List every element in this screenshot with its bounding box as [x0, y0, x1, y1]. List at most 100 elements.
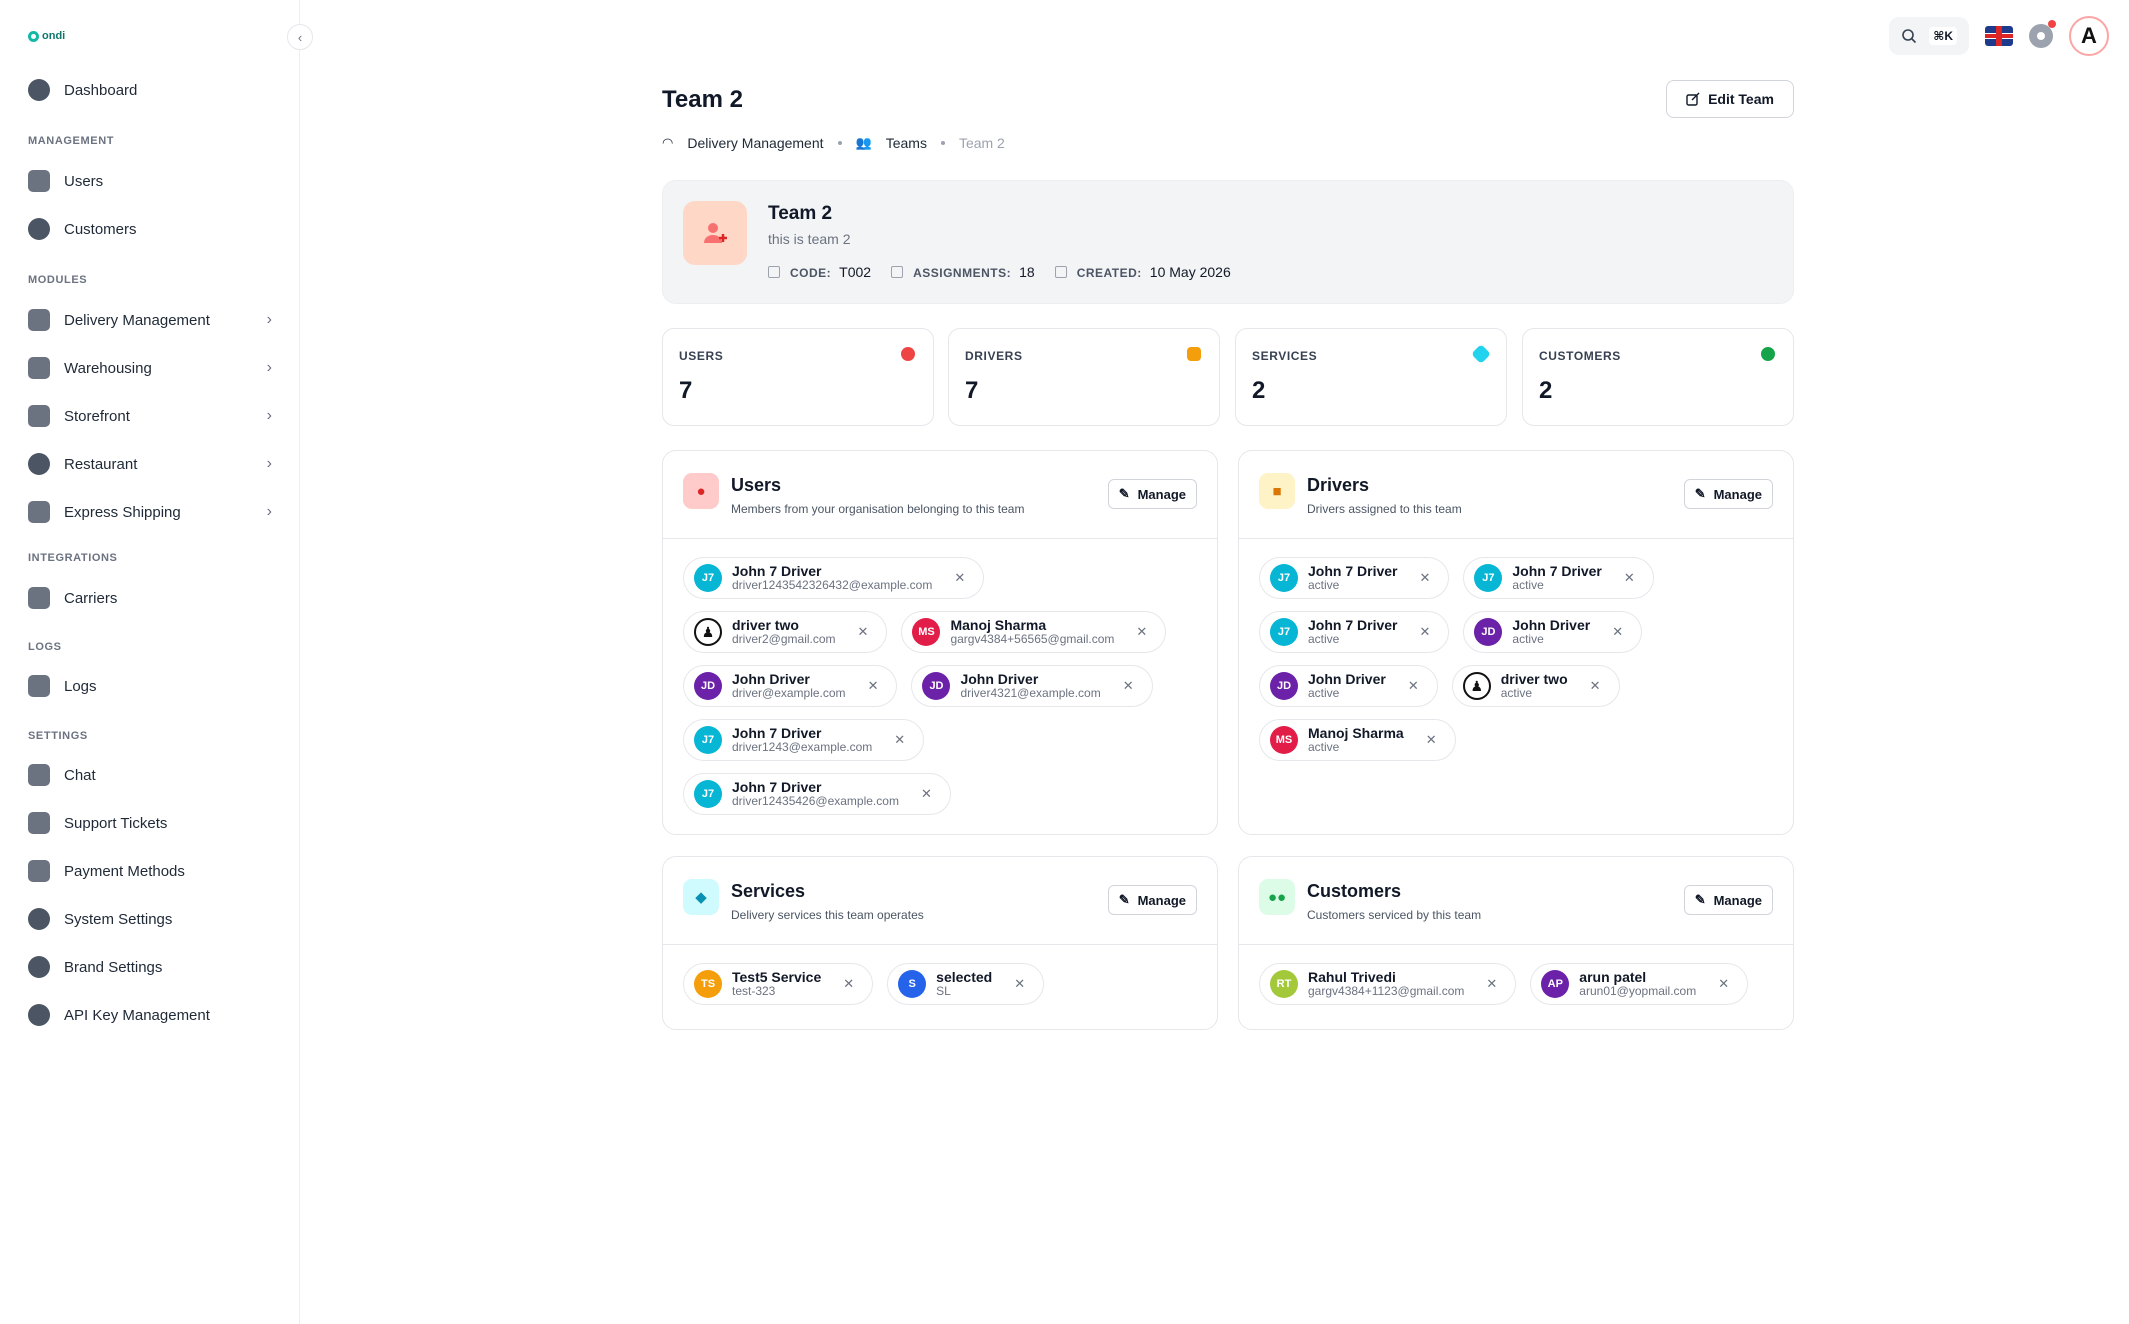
remove-icon[interactable]: ✕ — [1408, 678, 1419, 694]
edit-icon: ✎ — [1118, 892, 1130, 907]
service-chip: TS Test5 Service test-323 ✕ — [683, 963, 874, 1005]
sidebar-item-storefront[interactable]: Storefront › — [0, 394, 300, 438]
card-subtitle: Customers serviced by this team — [1307, 908, 1482, 922]
card-title: Services — [731, 881, 806, 901]
sidebar-item-delivery-management[interactable]: Delivery Management › — [0, 298, 300, 342]
sidebar-item-customers[interactable]: Customers — [0, 207, 300, 251]
language-flag-icon[interactable] — [1985, 26, 2013, 46]
tag-icon: ◆ — [683, 879, 719, 915]
remove-icon[interactable]: ✕ — [1612, 624, 1623, 640]
logo[interactable]: ondi — [28, 30, 65, 42]
remove-icon[interactable]: ✕ — [1590, 678, 1601, 694]
driver-chip: JD John Driver active ✕ — [1463, 611, 1643, 653]
calendar-icon — [1054, 266, 1067, 278]
remove-icon[interactable]: ✕ — [894, 732, 905, 748]
edit-team-button[interactable]: Edit Team — [1666, 80, 1794, 118]
remove-icon[interactable]: ✕ — [858, 624, 869, 640]
user-icon — [28, 170, 50, 192]
sidebar-item-logs[interactable]: Logs — [0, 664, 300, 708]
remove-icon[interactable]: ✕ — [1624, 570, 1635, 586]
user-chip: ♟ driver two driver2@gmail.com ✕ — [683, 611, 888, 653]
nav-section-modules: MODULES — [28, 274, 88, 286]
edit-icon: ✎ — [1694, 486, 1706, 501]
team-meta: CODE: T002 ASSIGNMENTS: 18 CREATED: 10 May … — [768, 264, 1231, 280]
drivers-card: ■ Drivers Drivers assigned to this team … — [1238, 450, 1794, 835]
team-summary: Team 2 this is team 2 CODE: T002 ASSIGNME… — [662, 180, 1794, 304]
manage-customers-button[interactable]: ✎ Manage — [1683, 885, 1773, 915]
sidebar-item-brand-settings[interactable]: Brand Settings — [0, 945, 300, 989]
avatar: TS — [694, 970, 722, 998]
sidebar-item-label: Chat — [64, 766, 96, 784]
sidebar-item-express-shipping[interactable]: Express Shipping › — [0, 490, 300, 534]
avatar-photo-icon: ♟ — [694, 618, 722, 646]
people-icon — [28, 218, 50, 240]
nav-section-management: MANAGEMENT — [28, 135, 115, 147]
avatar: JD — [694, 672, 722, 700]
edit-icon: ✎ — [1694, 892, 1706, 907]
truck-icon — [28, 309, 50, 331]
sidebar-item-label: Delivery Management — [64, 311, 210, 329]
stat-users: USERS 7 — [662, 328, 934, 426]
restaurant-icon — [28, 453, 50, 475]
sidebar-item-label: Logs — [64, 677, 97, 695]
sidebar-item-support-tickets[interactable]: Support Tickets — [0, 801, 300, 845]
manage-users-button[interactable]: ✎ Manage — [1107, 479, 1197, 509]
user-chip: J7 John 7 Driver driver12435426@example.co… — [683, 773, 951, 815]
search-button[interactable]: ⌘K — [1889, 17, 1969, 55]
driver-chip: J7 John 7 Driver active ✕ — [1259, 557, 1450, 599]
settings-gear-icon[interactable] — [2029, 20, 2056, 48]
avatar: MS — [1270, 726, 1298, 754]
breadcrumb-teams[interactable]: Teams — [886, 135, 927, 151]
sidebar-item-label: Restaurant — [64, 455, 138, 473]
team-assignments: ASSIGNMENTS: 18 — [891, 264, 1035, 280]
remove-icon[interactable]: ✕ — [1486, 976, 1497, 992]
remove-icon[interactable]: ✕ — [921, 786, 932, 802]
remove-icon[interactable]: ✕ — [1123, 678, 1134, 694]
remove-icon[interactable]: ✕ — [1426, 732, 1437, 748]
sidebar-item-carriers[interactable]: Carriers — [0, 576, 300, 620]
sidebar-item-api-key-management[interactable]: API Key Management — [0, 993, 300, 1037]
avatar: S — [898, 970, 927, 998]
search-icon — [1902, 29, 1917, 44]
avatar: J7 — [1270, 618, 1298, 646]
user-icon: ● — [683, 473, 719, 509]
avatar: J7 — [694, 780, 722, 808]
sidebar-item-system-settings[interactable]: System Settings — [0, 897, 300, 941]
car-icon: ■ — [1259, 473, 1295, 509]
card-subtitle: Members from your organisation belonging… — [731, 502, 1025, 516]
sidebar-item-payment-methods[interactable]: Payment Methods — [0, 849, 300, 893]
gear-icon — [28, 956, 50, 978]
sidebar-item-chat[interactable]: Chat — [0, 753, 300, 797]
search-shortcut: ⌘K — [1929, 27, 1957, 45]
breadcrumb-delivery-management[interactable]: Delivery Management — [687, 135, 823, 151]
avatar: JD — [922, 672, 951, 700]
chevron-right-icon: › — [266, 503, 272, 520]
sidebar-item-users[interactable]: Users — [0, 159, 300, 203]
sidebar-item-restaurant[interactable]: Restaurant › — [0, 442, 300, 486]
manage-services-button[interactable]: ✎ Manage — [1107, 885, 1197, 915]
user-gear-icon — [28, 908, 50, 930]
team-icon: 👥 — [855, 135, 872, 150]
manage-drivers-button[interactable]: ✎ Manage — [1683, 479, 1773, 509]
remove-icon[interactable]: ✕ — [954, 570, 965, 586]
remove-icon[interactable]: ✕ — [1136, 624, 1147, 640]
sidebar-item-warehousing[interactable]: Warehousing › — [0, 346, 300, 390]
remove-icon[interactable]: ✕ — [1419, 570, 1430, 586]
remove-icon[interactable]: ✕ — [1419, 624, 1430, 640]
sidebar: ondi Dashboard MANAGEMENT Users Customer… — [0, 0, 300, 1324]
remove-icon[interactable]: ✕ — [1718, 976, 1729, 992]
sidebar-item-label: Brand Settings — [64, 958, 163, 976]
remove-icon[interactable]: ✕ — [1014, 976, 1025, 992]
sidebar-collapse-button[interactable]: ‹ — [287, 24, 313, 50]
sidebar-item-label: Customers — [64, 220, 137, 238]
breadcrumb-separator — [940, 141, 945, 145]
edit-icon: ✎ — [1118, 486, 1130, 501]
breadcrumb: ◠ Delivery Management 👥 Teams Team 2 — [662, 135, 1005, 151]
user-avatar[interactable]: A — [2069, 16, 2109, 56]
clipboard-icon — [891, 266, 904, 278]
avatar: J7 — [694, 726, 722, 754]
user-chip: MS Manoj Sharma gargv4384+56565@gmail.com ✕ — [901, 611, 1167, 653]
remove-icon[interactable]: ✕ — [868, 678, 879, 694]
sidebar-item-dashboard[interactable]: Dashboard — [0, 68, 300, 112]
remove-icon[interactable]: ✕ — [843, 976, 854, 992]
